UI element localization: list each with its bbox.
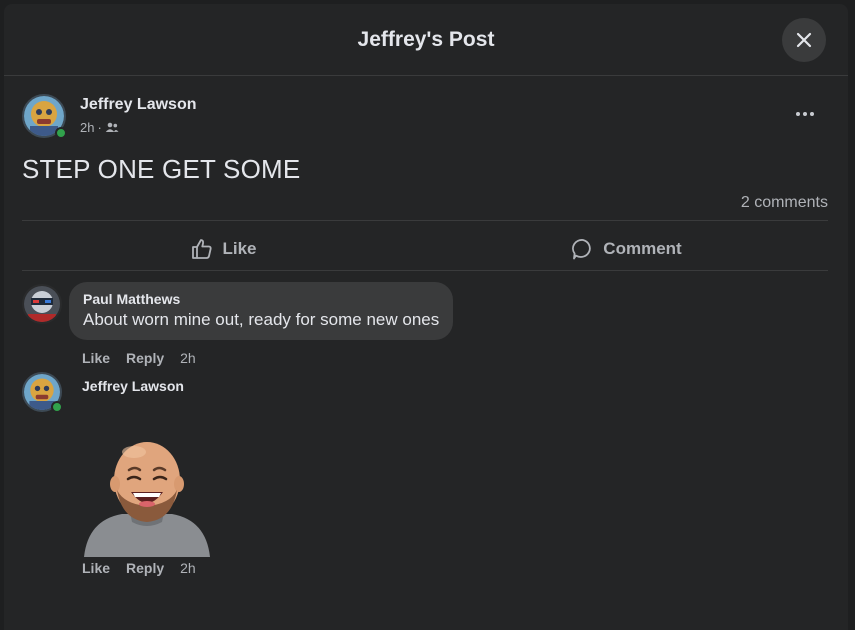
commenter-avatar[interactable]	[22, 372, 63, 413]
commenter-avatar[interactable]	[22, 284, 62, 324]
post-action-bar: Like Comment	[22, 226, 828, 272]
comment-bubble-icon	[572, 239, 592, 260]
comments-count-link[interactable]: 2 comments	[741, 194, 828, 212]
comment-text: About worn mine out, ready for some new …	[83, 310, 440, 329]
comment-actions: Like Reply 2h	[82, 350, 196, 366]
more-dot-icon	[810, 112, 814, 116]
dialog-header: Jeffrey's Post	[4, 4, 848, 76]
comment-reply-button[interactable]: Reply	[126, 560, 164, 576]
dialog-title: Jeffrey's Post	[357, 28, 495, 51]
post-text: STEP ONE GET SOME	[22, 154, 301, 184]
friends-icon[interactable]	[105, 122, 119, 133]
more-dot-icon	[796, 112, 800, 116]
online-status-dot	[55, 127, 67, 139]
avatar-image	[24, 286, 60, 322]
post-time[interactable]: 2h	[80, 120, 94, 135]
like-label: Like	[222, 239, 257, 258]
author-avatar[interactable]	[22, 94, 67, 139]
comment-actions: Like Reply 2h	[82, 560, 196, 576]
post-header: Jeffrey Lawson 2h ·	[22, 92, 830, 142]
comment-button[interactable]: Comment	[425, 226, 828, 272]
comment-item: Paul Matthews About worn mine out, ready…	[22, 282, 822, 372]
comment-like-button[interactable]: Like	[82, 560, 110, 576]
comment-bubble: Paul Matthews About worn mine out, ready…	[69, 282, 454, 340]
divider	[22, 270, 828, 271]
post-dialog: Jeffrey's Post Jeffrey Lawson 2h · STEP …	[4, 4, 848, 630]
comment-author[interactable]: Paul Matthews	[83, 291, 439, 307]
post-author-name[interactable]: Jeffrey Lawson	[80, 96, 196, 114]
comment-time[interactable]: 2h	[180, 350, 196, 366]
divider	[22, 220, 828, 221]
thumbs-up-icon	[192, 239, 213, 259]
comment-reply-button[interactable]: Reply	[126, 350, 164, 366]
comment-author[interactable]: Jeffrey Lawson	[82, 378, 184, 394]
like-button[interactable]: Like	[22, 226, 425, 272]
post-meta: 2h ·	[80, 120, 119, 135]
comment-time[interactable]: 2h	[180, 560, 196, 576]
more-dot-icon	[803, 112, 807, 116]
close-icon	[796, 32, 812, 48]
close-button[interactable]	[782, 18, 826, 62]
comment-item: Jeffrey Lawson Like Reply 2h	[22, 372, 822, 592]
more-options-button[interactable]	[790, 104, 820, 124]
meta-separator: ·	[97, 120, 102, 135]
memoji-laughing-sticker[interactable]	[82, 432, 212, 557]
comment-like-button[interactable]: Like	[82, 350, 110, 366]
comment-label: Comment	[603, 239, 682, 258]
online-status-dot	[51, 401, 63, 413]
